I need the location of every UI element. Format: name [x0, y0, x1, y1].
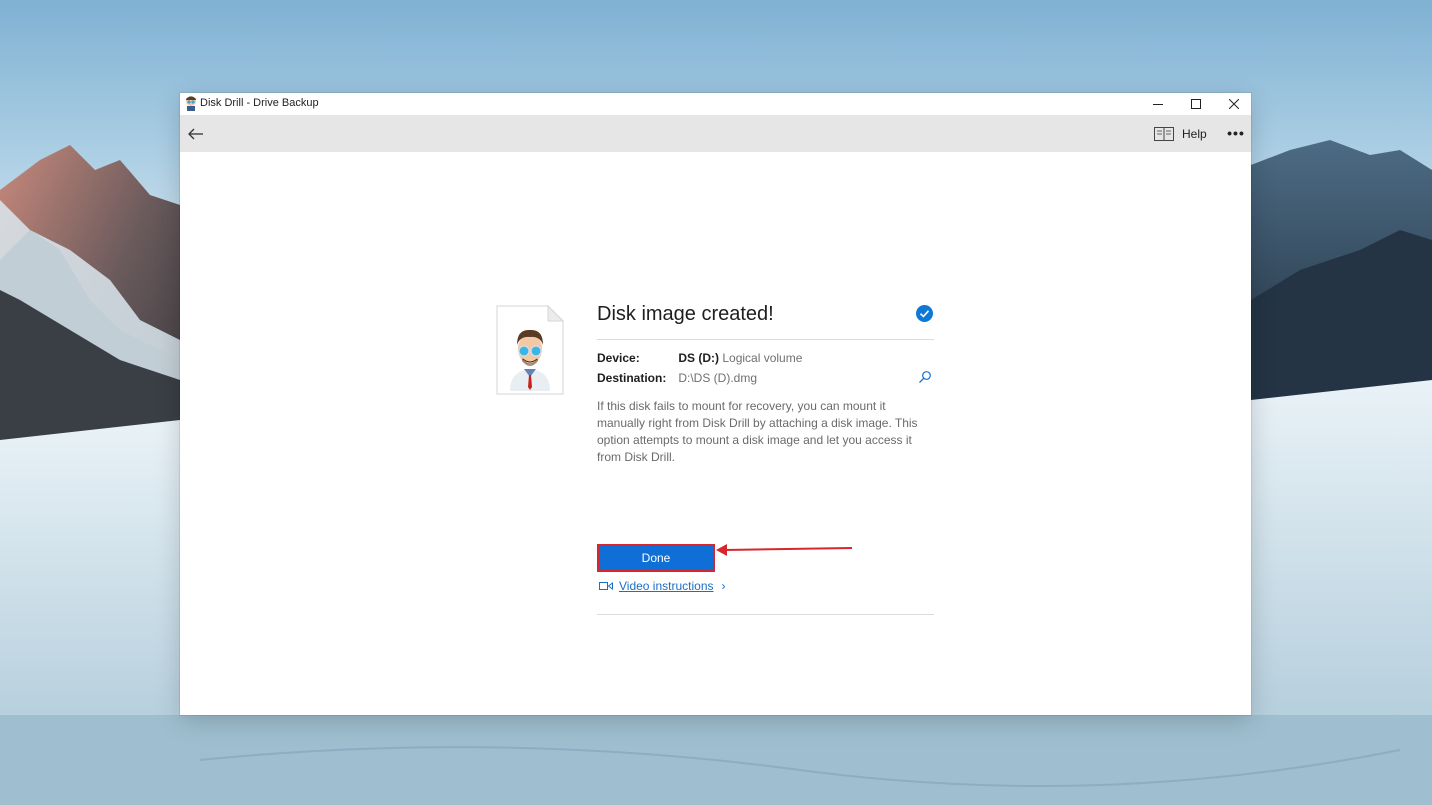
app-window: Disk Drill - Drive Backup Help ••• Disk … — [180, 93, 1251, 715]
chevron-right-icon: › — [721, 579, 726, 593]
device-row: Device: DS (D:) Logical volume — [597, 351, 802, 365]
title-bar: Disk Drill - Drive Backup — [180, 93, 1251, 115]
book-icon — [1154, 127, 1174, 141]
device-name: DS (D:) — [678, 351, 720, 365]
more-options-button[interactable]: ••• — [1224, 123, 1248, 143]
help-button[interactable]: Help — [1154, 124, 1207, 144]
close-button[interactable] — [1214, 93, 1254, 115]
minimize-button[interactable] — [1138, 93, 1178, 115]
help-label: Help — [1182, 127, 1207, 141]
divider — [597, 614, 934, 615]
search-icon[interactable] — [918, 370, 932, 384]
check-circle-icon — [916, 305, 933, 322]
description-text: If this disk fails to mount for recovery… — [597, 399, 918, 464]
maximize-icon — [1191, 99, 1201, 109]
done-button[interactable]: Done — [597, 544, 715, 572]
maximize-button[interactable] — [1176, 93, 1216, 115]
arrow-left-icon — [188, 128, 203, 140]
destination-row: Destination: D:\DS (D).dmg — [597, 371, 757, 385]
annotation-arrow — [716, 544, 853, 556]
divider — [597, 339, 934, 340]
window-title: Disk Drill - Drive Backup — [200, 97, 319, 109]
disk-image-file-icon — [496, 305, 564, 395]
video-camera-icon — [599, 582, 613, 590]
device-type: Logical volume — [722, 351, 803, 365]
device-label: Device: — [597, 351, 640, 365]
minimize-icon — [1153, 104, 1163, 105]
disk-drill-app-icon — [186, 96, 196, 111]
video-instructions-label: Video instructions — [619, 579, 714, 593]
video-instructions-link[interactable]: Video instructions › — [599, 577, 726, 595]
toolbar: Help ••• — [180, 115, 1251, 152]
destination-label: Destination: — [597, 371, 667, 385]
back-button[interactable] — [184, 122, 208, 146]
close-icon — [1229, 99, 1239, 109]
desktop: Disk Drill - Drive Backup Help ••• Disk … — [0, 0, 1432, 805]
destination-path: D:\DS (D).dmg — [678, 371, 758, 385]
more-options-icon: ••• — [1227, 125, 1245, 141]
page-title: Disk image created! — [597, 303, 774, 325]
